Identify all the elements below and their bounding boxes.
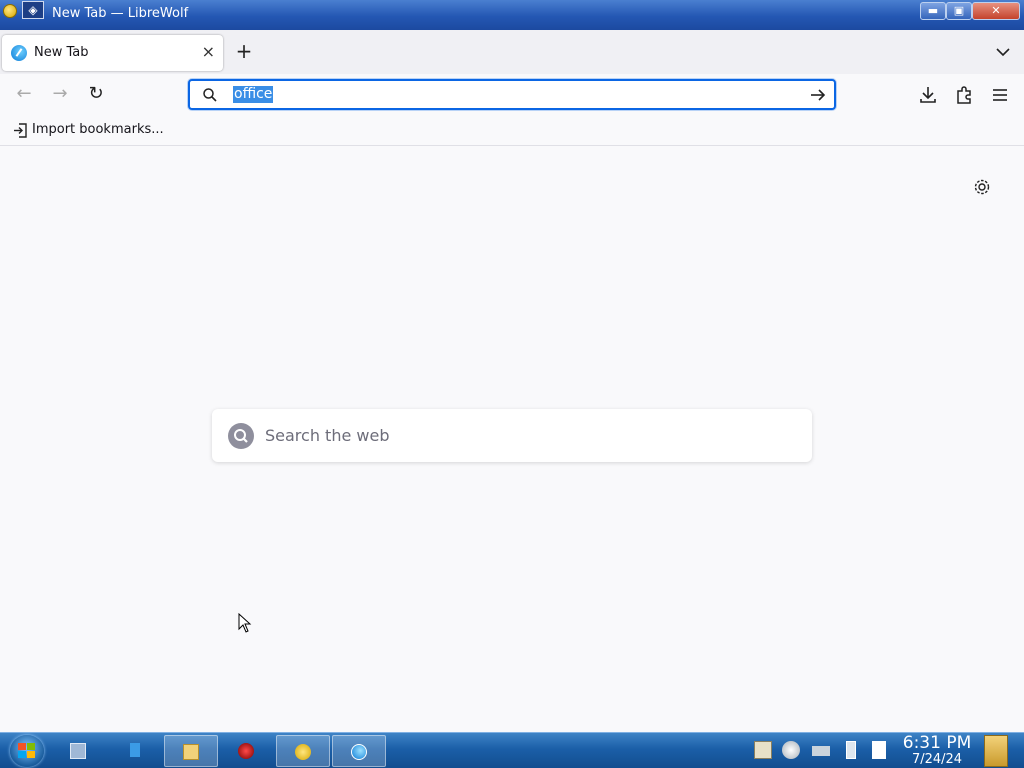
bookmarks-toolbar: Import bookmarks... <box>0 116 1024 146</box>
document-icon[interactable] <box>872 741 886 759</box>
hamburger-menu-icon[interactable] <box>989 84 1011 106</box>
web-search-box[interactable]: Search the web <box>212 409 812 462</box>
forward-button[interactable]: → <box>47 82 73 108</box>
minimize-button[interactable]: ▬ <box>920 2 946 20</box>
pin-icon <box>130 743 140 757</box>
taskbar-item-system[interactable] <box>52 735 106 767</box>
taskbar-item-media[interactable] <box>220 735 274 767</box>
battery-icon[interactable] <box>846 741 856 759</box>
extensions-icon[interactable] <box>953 84 975 106</box>
media-icon <box>238 743 254 759</box>
new-tab-button[interactable]: + <box>232 40 256 64</box>
back-button[interactable]: ← <box>11 82 37 108</box>
taskbar-item-file-manager[interactable] <box>164 735 218 767</box>
chevron-down-icon <box>996 48 1010 57</box>
import-bookmarks-label: Import bookmarks... <box>32 122 164 137</box>
windows-flag-icon <box>18 743 35 758</box>
tab-new-tab[interactable]: New Tab × <box>2 35 223 71</box>
search-icon <box>203 88 217 102</box>
clipboard-icon[interactable] <box>754 741 772 759</box>
librewolf-icon <box>351 744 367 760</box>
close-tab-button[interactable]: × <box>202 42 215 61</box>
librewolf-dev-icon <box>295 744 311 760</box>
system-icon <box>70 743 86 759</box>
search-icon <box>228 423 254 449</box>
start-button[interactable] <box>10 735 44 767</box>
window-menu-icon[interactable]: ◈ <box>22 1 44 19</box>
list-all-tabs-button[interactable] <box>992 42 1014 62</box>
taskbar-item-pin[interactable] <box>108 735 162 767</box>
downloads-icon[interactable] <box>917 84 939 106</box>
clock[interactable]: 6:31 PM 7/24/24 <box>898 734 976 767</box>
librewolf-app-icon[interactable] <box>3 4 17 18</box>
reload-button[interactable]: ↻ <box>83 82 109 108</box>
tab-strip: New Tab × + <box>0 30 1024 74</box>
url-bar[interactable]: office <box>188 79 836 110</box>
close-window-button[interactable]: ✕ <box>972 2 1020 20</box>
disc-icon[interactable] <box>782 741 800 759</box>
file-manager-icon <box>183 744 199 760</box>
window-title: New Tab — LibreWolf <box>52 6 189 21</box>
go-arrow-icon[interactable] <box>808 85 828 105</box>
taskbar-item-librewolf[interactable] <box>332 735 386 767</box>
web-search-placeholder: Search the web <box>265 426 390 445</box>
network-icon[interactable] <box>812 746 830 756</box>
navigation-toolbar: ← → ↻ office <box>0 74 1024 116</box>
mouse-pointer-icon <box>238 613 252 633</box>
import-icon <box>14 123 27 138</box>
taskbar: 6:31 PM 7/24/24 <box>0 732 1024 768</box>
maximize-button[interactable]: ▣ <box>946 2 972 20</box>
new-tab-page: Search the web <box>0 147 1024 731</box>
clock-date: 7/24/24 <box>911 752 963 767</box>
librewolf-icon <box>11 45 27 61</box>
url-input-value[interactable]: office <box>233 86 274 103</box>
taskbar-item-librewolf-dev[interactable] <box>276 735 330 767</box>
gear-icon[interactable] <box>972 177 992 197</box>
tab-label: New Tab <box>34 45 89 60</box>
title-bar: ◈ New Tab — LibreWolf ▬ ▣ ✕ <box>0 0 1024 30</box>
show-desktop-button[interactable] <box>984 735 1008 767</box>
clock-time: 6:31 PM <box>902 733 972 753</box>
